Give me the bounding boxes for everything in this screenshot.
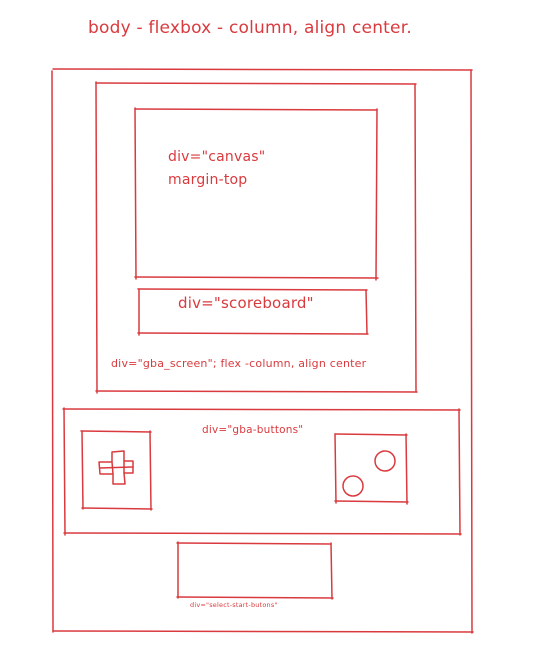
canvas-label-line2: margin-top xyxy=(168,172,248,188)
dpad-box xyxy=(80,430,153,511)
canvas-label-line1: div="canvas" xyxy=(168,149,266,165)
canvas-label: div="canvas" margin-top xyxy=(168,146,265,192)
scoreboard-label: div="scoreboard" xyxy=(178,294,314,312)
a-button-icon xyxy=(374,450,396,472)
gba-screen-box xyxy=(95,81,418,394)
wireframe-sketch xyxy=(51,68,474,634)
gba-buttons-label: div="gba-buttons" xyxy=(202,424,304,436)
canvas-box xyxy=(134,107,379,281)
select-start-label: div="select-start-butons" xyxy=(190,601,278,609)
gba-screen-label: div="gba_screen"; flex -column, align ce… xyxy=(111,357,367,370)
select-start-box xyxy=(176,541,334,600)
dpad-cross-icon xyxy=(98,450,134,485)
b-button-icon xyxy=(342,475,364,497)
page-title: body - flexbox - column, align center. xyxy=(88,18,412,38)
